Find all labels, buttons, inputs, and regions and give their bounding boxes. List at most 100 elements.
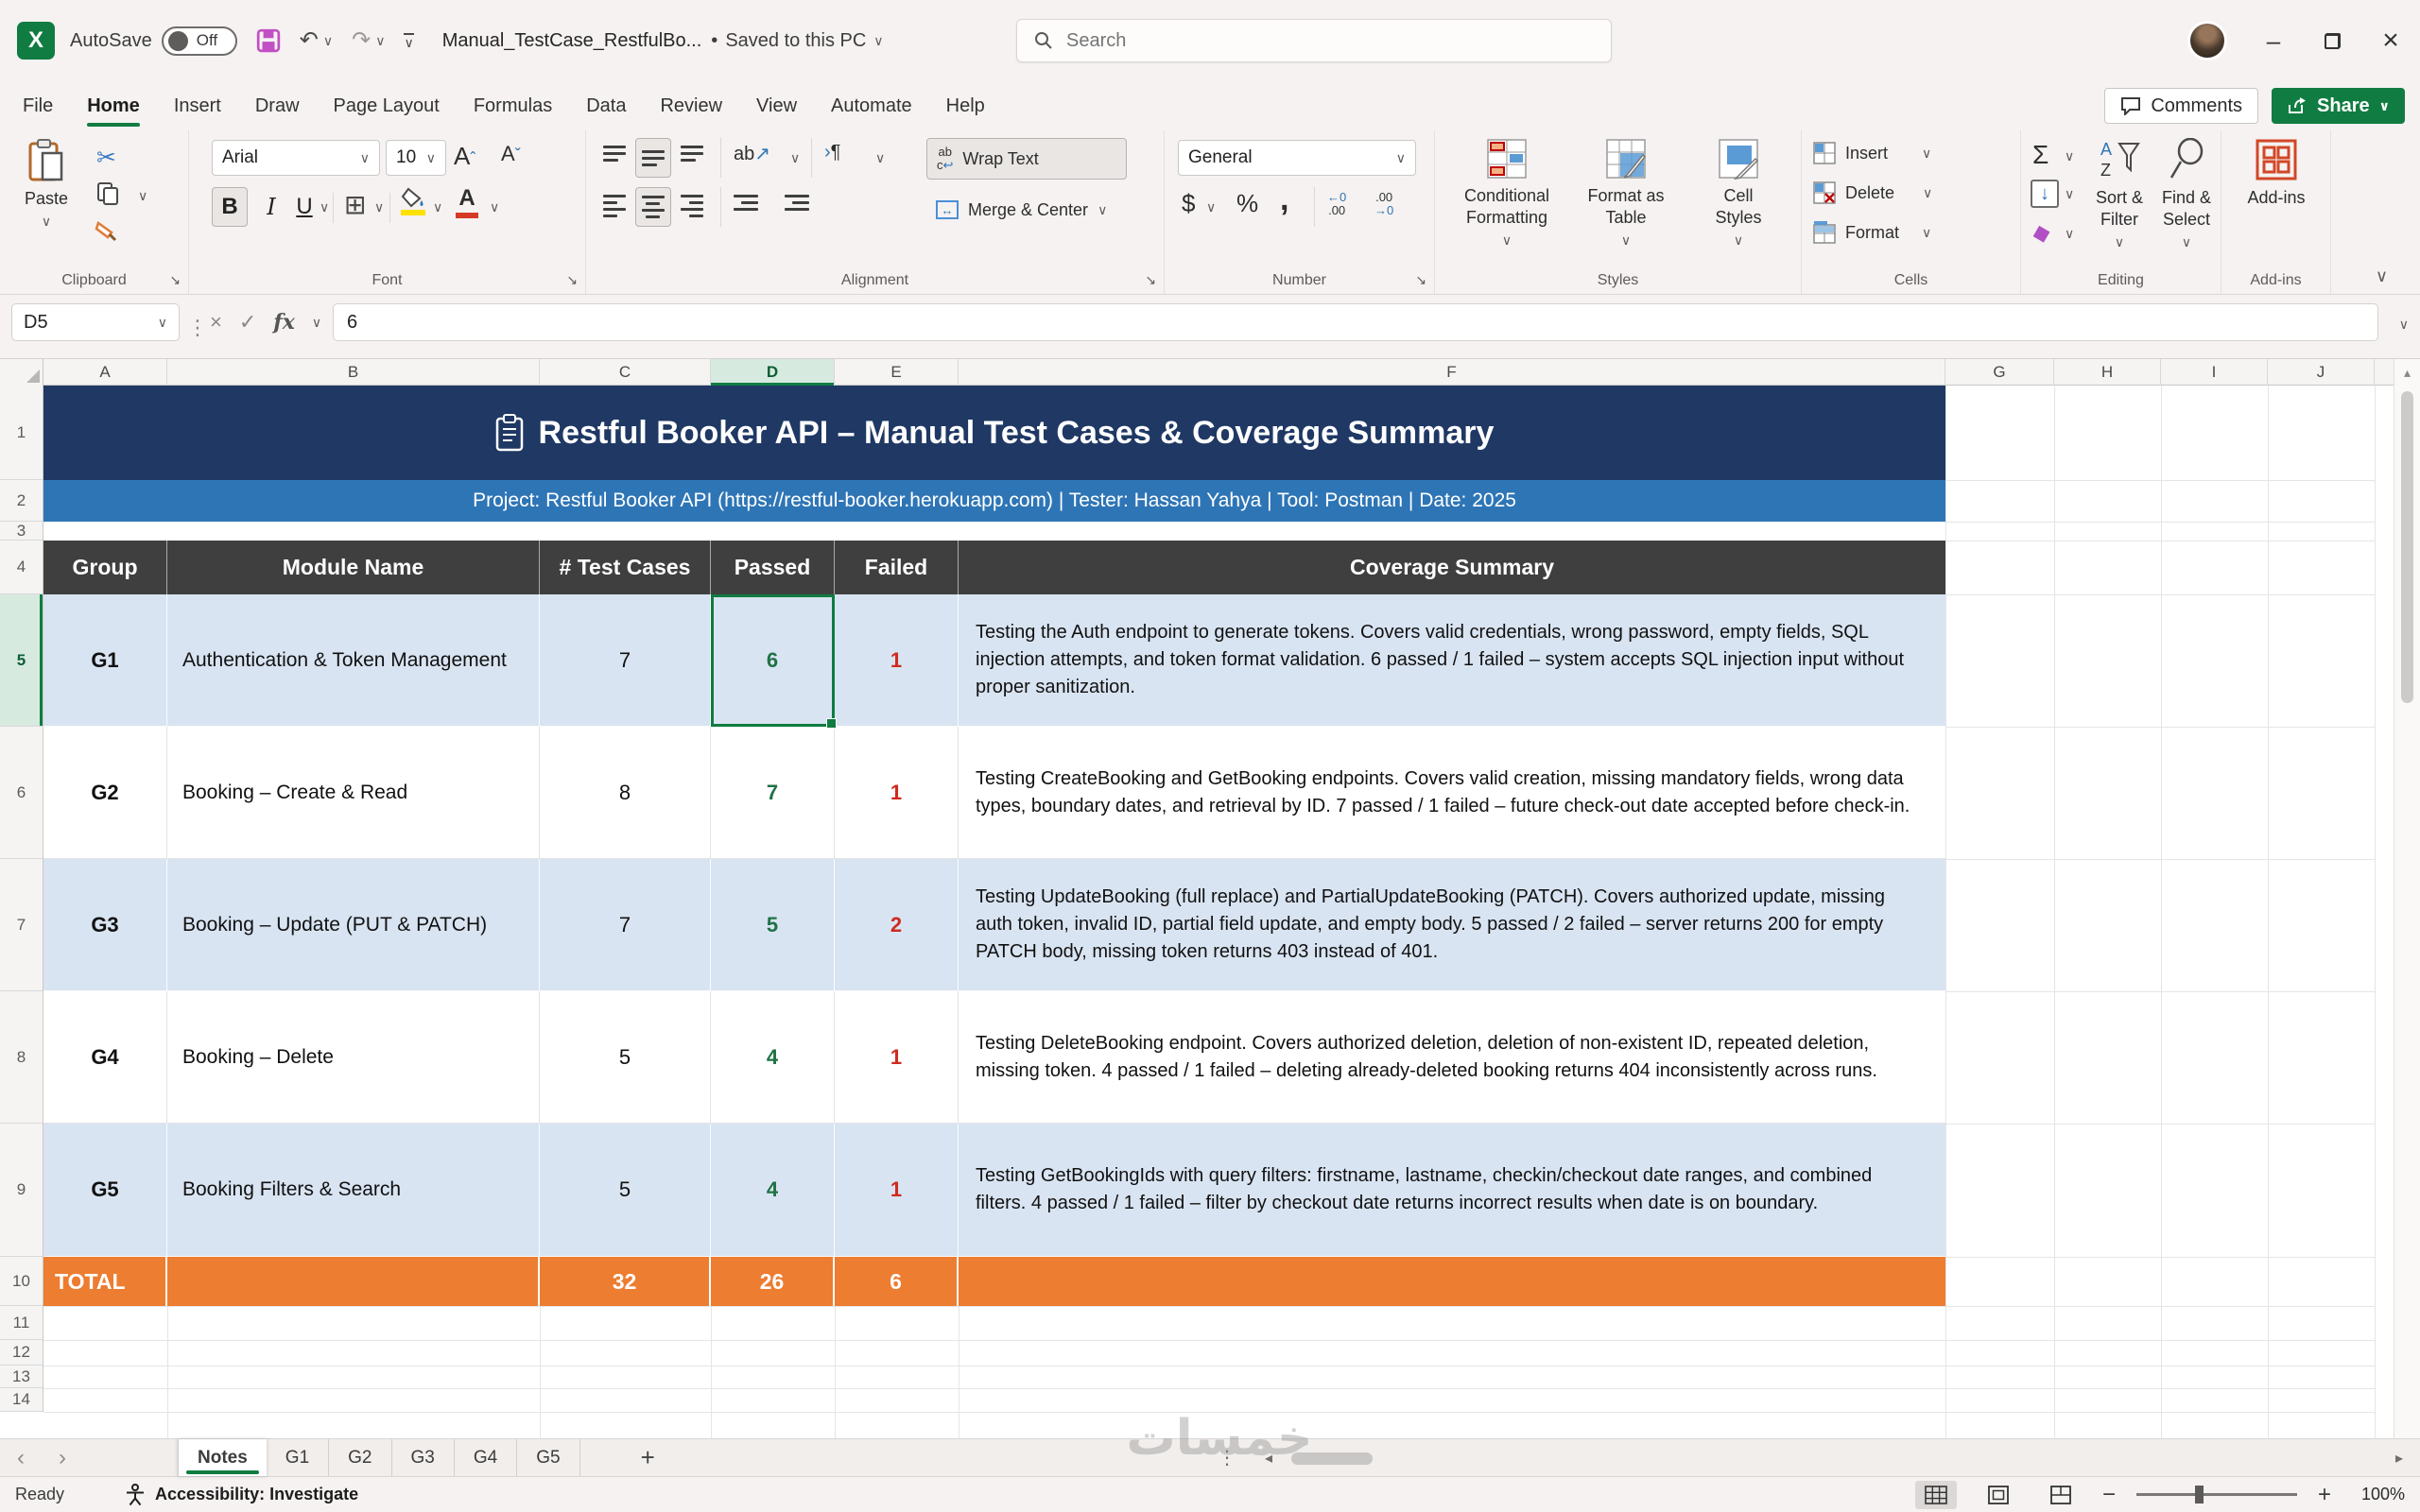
cell-failed[interactable]: 1	[835, 1124, 959, 1256]
row-header-9[interactable]: 9	[0, 1124, 43, 1257]
clear-button[interactable]: ◆	[2030, 217, 2053, 249]
cell-styles-button[interactable]: Cell Styles ∨	[1686, 138, 1790, 247]
number-dialog-launcher-icon[interactable]: ↘	[1415, 272, 1426, 288]
cell-test-cases[interactable]: 5	[540, 1124, 711, 1256]
column-header-f[interactable]: F	[959, 359, 1945, 386]
search-box[interactable]	[1016, 19, 1612, 62]
cell-module[interactable]: Booking – Delete	[167, 991, 540, 1123]
row-header-11[interactable]: 11	[0, 1306, 43, 1340]
cell-test-cases[interactable]: 7	[540, 594, 711, 726]
header-module-name[interactable]: Module Name	[167, 541, 540, 594]
font-name-select[interactable]: Arial ∨	[212, 140, 380, 176]
text-direction-button[interactable]: ›¶	[824, 142, 840, 163]
total-summary-cell[interactable]	[959, 1257, 1945, 1306]
accounting-format-button[interactable]: $	[1182, 189, 1195, 218]
search-input[interactable]	[1066, 30, 1520, 52]
accessibility-status[interactable]: Accessibility: Investigate	[125, 1484, 358, 1506]
delete-cells-button[interactable]: Delete ∨	[1813, 181, 1932, 204]
collapse-ribbon-button[interactable]: ∨	[2376, 267, 2388, 284]
cell-summary[interactable]: Testing CreateBooking and GetBooking end…	[959, 727, 1945, 858]
tab-formulas[interactable]: Formulas	[474, 81, 552, 130]
cell-passed[interactable]: 4	[711, 991, 835, 1123]
tab-file[interactable]: File	[23, 81, 53, 130]
tab-insert[interactable]: Insert	[174, 81, 221, 130]
decrease-font-size-button[interactable]: Aˇ	[501, 142, 521, 166]
row-header-6[interactable]: 6	[0, 727, 43, 859]
header-test-cases[interactable]: # Test Cases	[540, 541, 711, 594]
chevron-down-icon[interactable]: ∨	[374, 200, 384, 214]
tab-help[interactable]: Help	[946, 81, 985, 130]
cell-module[interactable]: Booking – Update (PUT & PATCH)	[167, 859, 540, 990]
cell-summary[interactable]: Testing DeleteBooking endpoint. Covers a…	[959, 991, 1945, 1123]
row-header-4[interactable]: 4	[0, 541, 43, 594]
chevron-down-icon[interactable]: ∨	[1206, 200, 1216, 214]
row-header-13[interactable]: 13	[0, 1366, 43, 1388]
row-header-7[interactable]: 7	[0, 859, 43, 991]
sheet-tab-g4[interactable]: G4	[455, 1439, 517, 1476]
font-size-select[interactable]: 10 ∨	[386, 140, 446, 176]
align-bottom-button[interactable]	[681, 146, 703, 162]
column-header-g[interactable]: G	[1945, 359, 2054, 386]
cell-module[interactable]: Authentication & Token Management	[167, 594, 540, 726]
tab-data[interactable]: Data	[586, 81, 626, 130]
cell-group[interactable]: G3	[43, 859, 167, 990]
row-header-10[interactable]: 10	[0, 1257, 43, 1306]
cell-passed[interactable]: 7	[711, 727, 835, 858]
chevron-down-icon[interactable]: ∨	[312, 316, 321, 329]
autosum-button[interactable]: Σ	[2032, 140, 2048, 170]
formula-input[interactable]: 6	[333, 303, 2378, 341]
row-header-8[interactable]: 8	[0, 991, 43, 1124]
copy-button[interactable]	[96, 181, 119, 211]
bold-button[interactable]: B	[212, 187, 248, 227]
cell-failed[interactable]: 1	[835, 594, 959, 726]
enter-button[interactable]: ✓	[239, 310, 256, 335]
autosave-toggle[interactable]: Off	[162, 26, 237, 56]
insert-function-button[interactable]: fx	[273, 310, 295, 335]
comma-style-button[interactable]: ,	[1280, 181, 1288, 218]
scroll-right-button[interactable]: ▸	[2395, 1439, 2403, 1476]
row-header-1[interactable]: 1	[0, 386, 43, 480]
chevron-down-icon[interactable]: ∨	[138, 189, 147, 202]
zoom-level[interactable]: 100%	[2352, 1485, 2405, 1504]
column-header-e[interactable]: E	[835, 359, 959, 386]
tab-automate[interactable]: Automate	[831, 81, 912, 130]
increase-decimal-button[interactable]: ←0.00	[1327, 191, 1346, 218]
chevron-down-icon[interactable]: ∨	[2065, 187, 2074, 200]
cell-group[interactable]: G4	[43, 991, 167, 1123]
format-as-table-button[interactable]: Format as Table ∨	[1567, 138, 1685, 247]
sheet-subtitle-cell[interactable]: Project: Restful Booker API (https://res…	[43, 480, 1945, 522]
normal-view-button[interactable]	[1915, 1481, 1957, 1509]
chevron-down-icon[interactable]: ∨	[320, 200, 329, 214]
cell-failed[interactable]: 1	[835, 991, 959, 1123]
sheet-tab-g1[interactable]: G1	[267, 1439, 329, 1476]
column-header-h[interactable]: H	[2054, 359, 2161, 386]
expand-formula-bar-button[interactable]: ∨	[2399, 318, 2409, 331]
cell-group[interactable]: G5	[43, 1124, 167, 1256]
italic-button[interactable]: I	[257, 187, 285, 227]
cell-summary[interactable]: Testing GetBookingIds with query filters…	[959, 1124, 1945, 1256]
cell-failed[interactable]: 1	[835, 727, 959, 858]
sheet-tab-g5[interactable]: G5	[517, 1439, 579, 1476]
sheet-tab-notes[interactable]: Notes	[178, 1439, 267, 1476]
insert-cells-button[interactable]: Insert ∨	[1813, 142, 1931, 164]
column-header-b[interactable]: B	[167, 359, 540, 386]
page-layout-view-button[interactable]	[1978, 1481, 2019, 1509]
prev-sheet-button[interactable]: ‹	[0, 1439, 42, 1476]
row-header-3[interactable]: 3	[0, 522, 43, 541]
column-header-c[interactable]: C	[540, 359, 711, 386]
total-failed-cell[interactable]: 6	[835, 1257, 959, 1306]
total-test-cases-cell[interactable]: 32	[540, 1257, 711, 1306]
paste-button[interactable]: Paste ∨	[11, 138, 81, 228]
customize-toolbar-button[interactable]: ∨	[404, 33, 413, 49]
cut-button[interactable]: ✂	[96, 144, 116, 172]
cell-test-cases[interactable]: 8	[540, 727, 711, 858]
alignment-dialog-launcher-icon[interactable]: ↘	[1145, 272, 1156, 288]
restore-button[interactable]	[2303, 0, 2361, 81]
find-select-button[interactable]: Find & Select ∨	[2155, 138, 2218, 249]
tab-draw[interactable]: Draw	[255, 81, 300, 130]
excel-app-icon[interactable]: X	[17, 22, 55, 60]
conditional-formatting-button[interactable]: Conditional Formatting ∨	[1446, 138, 1567, 247]
page-break-view-button[interactable]	[2040, 1481, 2082, 1509]
header-failed[interactable]: Failed	[835, 541, 959, 594]
row-header-5[interactable]: 5	[0, 594, 43, 727]
